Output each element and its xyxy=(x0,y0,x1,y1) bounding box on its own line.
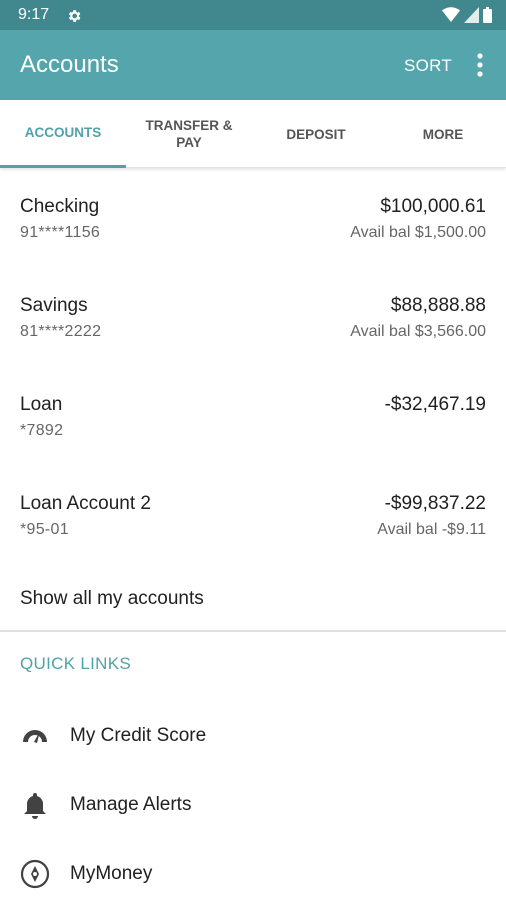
battery-icon xyxy=(483,7,492,23)
available-balance: Avail bal $3,566.00 xyxy=(350,323,486,340)
tab-transfer-pay-label: TRANSFER & PAY xyxy=(145,118,233,150)
account-balance: -$32,467.19 xyxy=(384,394,486,415)
quick-link-credit-score[interactable]: My Credit Score xyxy=(0,711,506,761)
page-title: Accounts xyxy=(20,51,119,78)
more-options-icon[interactable] xyxy=(468,50,492,80)
tab-transfer-pay[interactable]: TRANSFER & PAY xyxy=(126,100,252,168)
account-name: Savings xyxy=(20,295,88,316)
account-balance: $88,888.88 xyxy=(390,295,486,316)
tab-more[interactable]: MORE xyxy=(380,100,506,168)
quick-link-label: My Credit Score xyxy=(70,725,207,746)
compass-icon xyxy=(20,859,50,889)
account-name: Loan Account 2 xyxy=(20,493,151,514)
account-row-savings[interactable]: Savings 81****2222 $88,888.88 Avail bal … xyxy=(0,295,506,369)
tab-bar: ACCOUNTS TRANSFER & PAY DEPOSIT MORE xyxy=(0,100,506,168)
quick-link-mymoney[interactable]: MyMoney xyxy=(0,849,506,899)
account-balance: -$99,837.22 xyxy=(384,493,486,514)
speedometer-icon xyxy=(23,730,47,743)
show-all-accounts-link[interactable]: Show all my accounts xyxy=(20,588,204,610)
quick-link-manage-alerts[interactable]: Manage Alerts xyxy=(0,780,506,830)
account-row-loan[interactable]: Loan *7892 -$32,467.19 xyxy=(0,394,506,468)
account-number: *95-01 xyxy=(20,521,69,538)
status-icons xyxy=(442,7,492,23)
quick-links-title: QUICK LINKS xyxy=(20,654,131,673)
cell-signal-icon xyxy=(464,7,479,23)
app-bar: Accounts SORT xyxy=(0,30,506,100)
account-balance: $100,000.61 xyxy=(380,196,486,217)
tab-accounts[interactable]: ACCOUNTS xyxy=(0,100,126,168)
available-balance: Avail bal $1,500.00 xyxy=(350,224,486,241)
account-row-loan-account-2[interactable]: Loan Account 2 *95-01 -$99,837.22 Avail … xyxy=(0,493,506,567)
account-row-checking[interactable]: Checking 91****1156 $100,000.61 Avail ba… xyxy=(0,196,506,270)
quick-link-label: MyMoney xyxy=(70,863,153,884)
status-bar: 9:17 xyxy=(0,0,506,30)
quick-link-label: Manage Alerts xyxy=(70,794,192,815)
wifi-icon xyxy=(442,7,460,22)
settings-gear-icon xyxy=(68,10,81,22)
account-number: 91****1156 xyxy=(20,224,101,241)
bell-icon xyxy=(24,793,46,819)
account-number: 81****2222 xyxy=(20,323,102,340)
section-divider xyxy=(0,630,506,632)
available-balance: Avail bal -$9.11 xyxy=(377,521,486,538)
account-number: *7892 xyxy=(20,422,64,439)
tab-deposit[interactable]: DEPOSIT xyxy=(253,100,379,168)
account-name: Loan xyxy=(20,394,63,415)
sort-button[interactable]: SORT xyxy=(404,56,452,76)
status-time: 9:17 xyxy=(18,6,50,23)
account-name: Checking xyxy=(20,196,100,217)
